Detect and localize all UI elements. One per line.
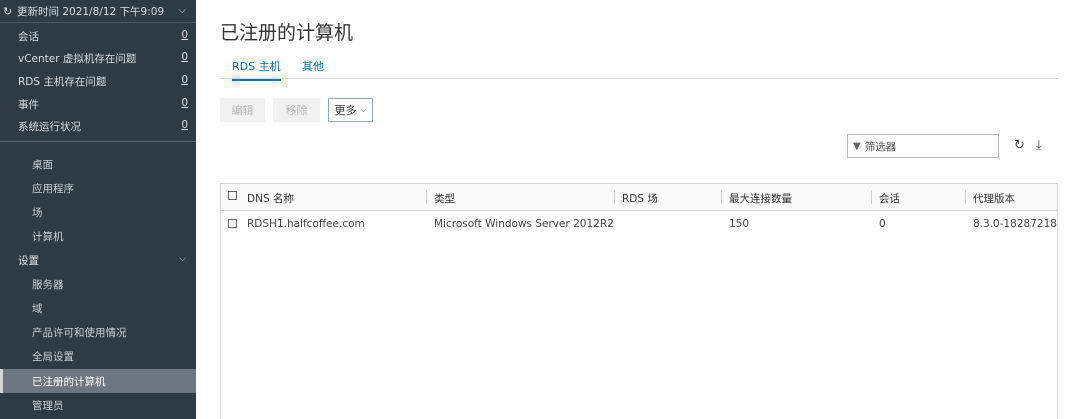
alert-count[interactable]: 0 <box>181 97 188 109</box>
column-header-sessions[interactable]: 会话 <box>879 191 900 206</box>
sidebar-item-label: 桌面 <box>32 158 53 171</box>
filter-placeholder: 筛选器 <box>864 140 897 153</box>
sidebar-divider <box>0 141 196 142</box>
page-title: 已注册的计算机 <box>220 22 354 44</box>
update-time-label: 更新时间 2021/8/12 下午9:09 <box>17 5 165 18</box>
cell-sessions: 0 <box>879 218 886 230</box>
table-header: DNS 名称 类型 RDS 场 最大连接数量 会话 代理版本 <box>221 184 1057 211</box>
main-content: 已注册的计算机 RDS 主机 其他 编辑 移除 更多 ⌵ ▼ 筛选器 ↻ ⤓ D… <box>196 0 1080 419</box>
chevron-down-icon[interactable]: ⌵ <box>179 254 186 264</box>
cell-max-connections: 150 <box>729 218 750 230</box>
alert-system-health[interactable]: 系统运行状况 0 <box>0 115 196 137</box>
remove-button[interactable]: 移除 <box>273 98 320 122</box>
alert-vcenter-vm-issues[interactable]: vCenter 虚拟机存在问题 0 <box>0 47 196 69</box>
sidebar-item-label: 全局设置 <box>32 350 74 363</box>
sidebar-item-label: 产品许可和使用情况 <box>32 326 127 339</box>
column-divider[interactable] <box>721 190 722 204</box>
sidebar-item-domains[interactable]: 域 <box>0 296 196 320</box>
sidebar-group-settings[interactable]: 设置 ⌵ <box>0 248 196 272</box>
sidebar-item-licensing[interactable]: 产品许可和使用情况 <box>0 320 196 344</box>
sidebar-item-machines[interactable]: 计算机 <box>0 224 196 248</box>
chevron-down-icon: ⌵ <box>360 105 367 114</box>
table-row[interactable]: RDSH1.halfcoffee.com Microsoft Windows S… <box>221 211 1057 237</box>
alert-label: 事件 <box>18 98 39 111</box>
chevron-down-icon[interactable]: ⌵ <box>178 5 186 16</box>
sidebar-item-label: 域 <box>32 302 43 315</box>
sidebar-item-label: 场 <box>32 206 43 219</box>
alert-count[interactable]: 0 <box>181 51 188 63</box>
sidebar-item-label: 服务器 <box>32 278 64 291</box>
alert-rds-host-issues[interactable]: RDS 主机存在问题 0 <box>0 70 196 92</box>
row-checkbox[interactable] <box>228 219 237 228</box>
sidebar-item-label: 应用程序 <box>32 182 74 195</box>
alert-label: vCenter 虚拟机存在问题 <box>18 52 137 65</box>
sidebar-item-administrators[interactable]: 管理员 <box>0 393 196 417</box>
column-divider[interactable] <box>426 190 427 204</box>
refresh-icon[interactable]: ↻ <box>0 5 17 18</box>
sidebar-item-label: 已注册的计算机 <box>32 375 106 388</box>
sidebar-item-registered-machines[interactable]: 已注册的计算机 <box>0 369 196 393</box>
alert-label: 会话 <box>18 30 39 43</box>
cell-dns-name: RDSH1.halfcoffee.com <box>247 218 365 230</box>
sidebar-item-desktops[interactable]: 桌面 <box>0 152 196 176</box>
column-divider[interactable] <box>871 190 872 204</box>
column-divider[interactable] <box>614 190 615 204</box>
column-header-dns-name[interactable]: DNS 名称 <box>247 191 294 206</box>
alert-count[interactable]: 0 <box>181 74 188 86</box>
tab-others[interactable]: 其他 <box>302 58 324 74</box>
tab-rds-hosts[interactable]: RDS 主机 <box>232 58 281 81</box>
more-button-label: 更多 <box>334 104 357 117</box>
refresh-icon[interactable]: ↻ <box>1014 138 1025 153</box>
sidebar-item-label: 计算机 <box>32 230 64 243</box>
update-status-bar[interactable]: ↻ 更新时间 2021/8/12 下午9:09 ⌵ <box>0 0 196 23</box>
tab-bar: RDS 主机 其他 <box>220 54 1058 81</box>
column-divider[interactable] <box>965 190 966 204</box>
more-button[interactable]: 更多 ⌵ <box>328 98 373 122</box>
alert-count[interactable]: 0 <box>181 29 188 41</box>
alert-events[interactable]: 事件 0 <box>0 93 196 115</box>
download-icon[interactable]: ⤓ <box>1036 138 1042 153</box>
alert-sessions[interactable]: 会话 0 <box>0 25 196 47</box>
edit-button[interactable]: 编辑 <box>220 98 265 122</box>
filter-input[interactable]: ▼ 筛选器 <box>847 134 999 158</box>
alert-count[interactable]: 0 <box>181 119 188 131</box>
sidebar-item-farms[interactable]: 场 <box>0 200 196 224</box>
sidebar: ↻ 更新时间 2021/8/12 下午9:09 ⌵ 会话 0 vCenter 虚… <box>0 0 196 419</box>
filter-icon: ▼ <box>853 140 861 152</box>
cell-agent-version: 8.3.0-18287218 <box>973 218 1057 230</box>
column-header-type[interactable]: 类型 <box>434 191 455 206</box>
alert-label: RDS 主机存在问题 <box>18 75 107 88</box>
sidebar-item-global-settings[interactable]: 全局设置 <box>0 344 196 368</box>
cell-type: Microsoft Windows Server 2012R2 <box>434 218 614 230</box>
alert-label: 系统运行状况 <box>18 120 81 133</box>
column-header-rds-farm[interactable]: RDS 场 <box>622 191 658 206</box>
sidebar-item-label: 管理员 <box>32 399 64 412</box>
machines-table: DNS 名称 类型 RDS 场 最大连接数量 会话 代理版本 RDSH1.hal… <box>220 183 1058 419</box>
sidebar-group-label: 设置 <box>18 254 39 267</box>
select-all-checkbox[interactable] <box>228 191 237 200</box>
column-header-max-connections[interactable]: 最大连接数量 <box>729 191 792 206</box>
sidebar-item-servers[interactable]: 服务器 <box>0 272 196 296</box>
column-header-agent-version[interactable]: 代理版本 <box>973 191 1015 206</box>
sidebar-item-applications[interactable]: 应用程序 <box>0 176 196 200</box>
